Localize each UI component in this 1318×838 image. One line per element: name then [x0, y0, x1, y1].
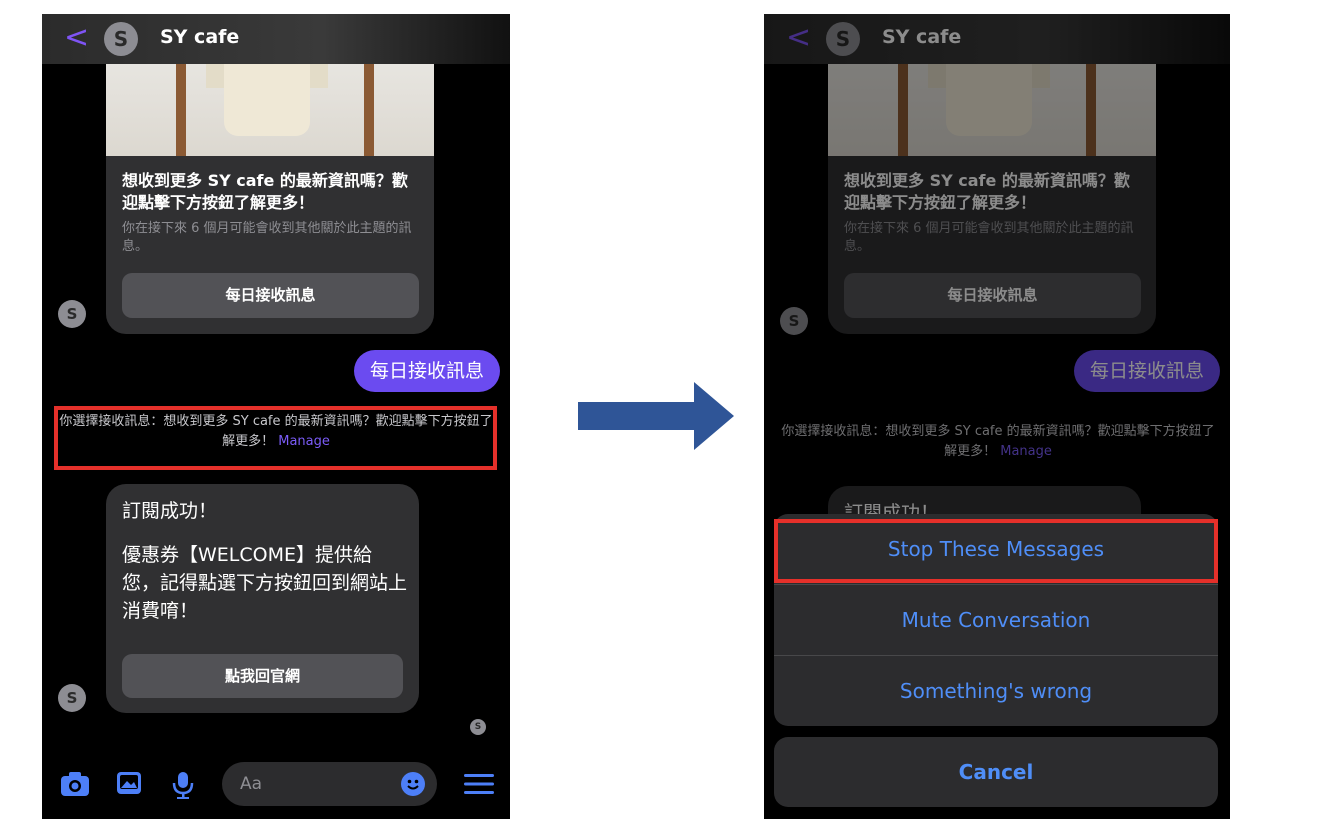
back-icon[interactable]: < — [64, 20, 89, 56]
menu-icon[interactable] — [464, 773, 494, 799]
highlight-box — [774, 519, 1218, 583]
composer-bar: Aa — [42, 759, 510, 809]
mute-conversation-option[interactable]: Mute Conversation — [774, 585, 1218, 655]
avatar[interactable]: S — [104, 22, 138, 56]
subscription-card: 想收到更多 SY cafe 的最新資訊嗎？歡迎點擊下方按鈕了解更多！ 你在接下來… — [106, 64, 434, 334]
product-image[interactable] — [106, 64, 434, 156]
confirmation-card: 訂閱成功！ 優惠券【WELCOME】提供給您，記得點選下方按鈕回到網站上消費唷！… — [106, 484, 419, 713]
emoji-icon[interactable] — [401, 772, 425, 796]
user-message-bubble[interactable]: 每日接收訊息 — [353, 350, 500, 392]
microphone-icon[interactable] — [172, 771, 194, 803]
camera-icon[interactable] — [60, 771, 90, 801]
sender-avatar: S — [58, 300, 86, 328]
highlight-box — [54, 406, 497, 470]
sender-avatar: S — [58, 684, 86, 712]
daily-subscribe-button[interactable]: 每日接收訊息 — [122, 273, 419, 318]
cancel-button[interactable]: Cancel — [774, 737, 1218, 807]
read-receipt: S — [470, 719, 486, 735]
coupon-text: 優惠券【WELCOME】提供給您，記得點選下方按鈕回到網站上消費唷！ — [122, 544, 408, 622]
something-wrong-option[interactable]: Something's wrong — [774, 656, 1218, 726]
confirmation-title: 訂閱成功！ — [122, 500, 218, 522]
chat-screen-before: < S SY cafe 想收到更多 SY cafe 的最新資訊嗎？歡迎點擊下方按… — [42, 14, 510, 819]
card-subtitle: 你在接下來 6 個月可能會收到其他關於此主題的訊息。 — [122, 221, 412, 254]
message-placeholder: Aa — [240, 774, 263, 794]
gallery-icon[interactable] — [116, 771, 142, 799]
chat-title[interactable]: SY cafe — [160, 26, 239, 48]
arrow-icon — [578, 382, 734, 450]
visit-website-button[interactable]: 點我回官網 — [122, 654, 403, 698]
message-input[interactable]: Aa — [222, 762, 437, 806]
chat-screen-after: < S SY cafe 想收到更多 SY cafe 的最新資訊嗎？歡迎點擊下方按… — [764, 14, 1230, 819]
card-title: 想收到更多 SY cafe 的最新資訊嗎？歡迎點擊下方按鈕了解更多！ — [122, 171, 408, 212]
chat-header: < S SY cafe — [42, 14, 510, 64]
